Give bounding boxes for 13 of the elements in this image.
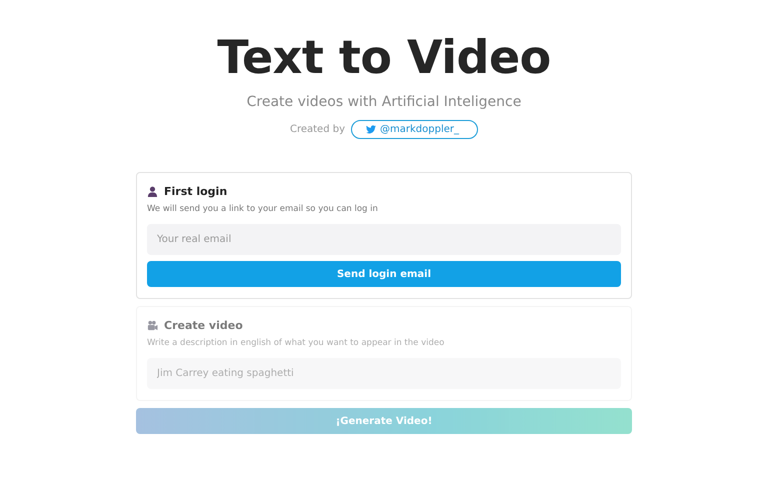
card-title: First login bbox=[164, 185, 228, 198]
credit-label: Created by bbox=[290, 124, 346, 135]
twitter-link[interactable]: @markdoppler_ bbox=[351, 120, 478, 139]
person-icon bbox=[147, 186, 158, 197]
input-field[interactable]: Your real email bbox=[147, 224, 621, 255]
video-camera-icon bbox=[147, 320, 158, 331]
send-button[interactable]: Send login email bbox=[147, 261, 621, 287]
bird-icon bbox=[366, 125, 376, 134]
subtitle: Create videos with Artificial Inteligence bbox=[246, 94, 522, 110]
card-description: We will send you a link to your email so you can log in bbox=[147, 204, 379, 214]
page-title: Text to Video bbox=[217, 29, 551, 86]
card-description: Write a description in english of what you want to appear in the video bbox=[147, 338, 446, 348]
card-title: Create video bbox=[164, 319, 243, 332]
